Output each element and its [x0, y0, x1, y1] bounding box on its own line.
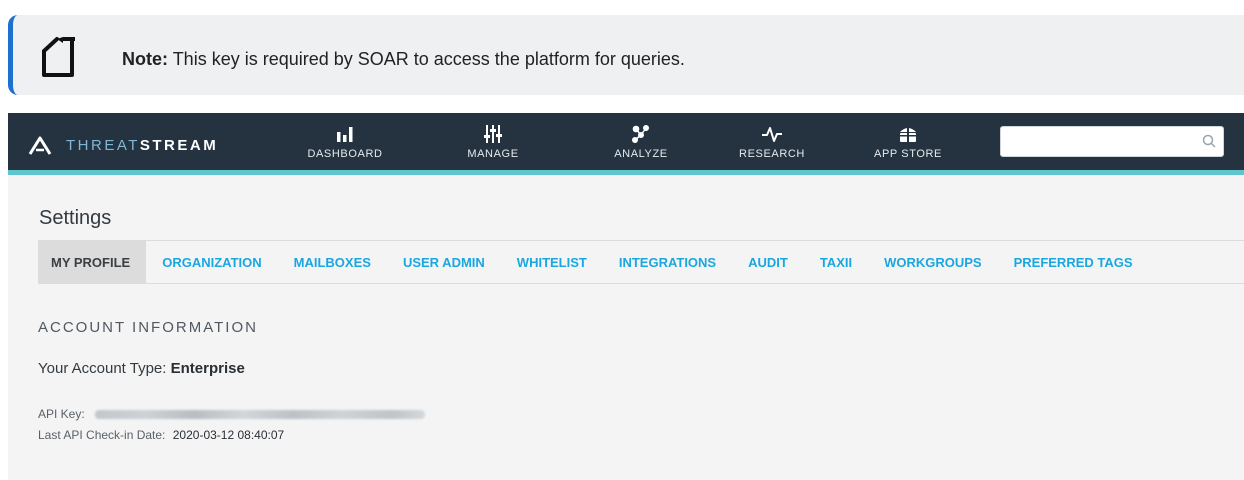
brand-name: THREATSTREAM: [66, 137, 218, 154]
nav-research-label: RESEARCH: [739, 148, 805, 160]
pulse-icon: [762, 127, 782, 142]
account-type-label: Your Account Type:: [38, 360, 167, 377]
api-key-label: API Key:: [38, 407, 85, 421]
brand[interactable]: THREATSTREAM: [28, 133, 218, 157]
tab-preferred-tags[interactable]: PREFERRED TAGS: [998, 241, 1149, 283]
note-body: This key is required by SOAR to access t…: [172, 49, 685, 69]
checkin-label: Last API Check-in Date:: [38, 428, 166, 442]
api-key-value-redacted: [94, 409, 425, 419]
note-text: Note: This key is required by SOAR to ac…: [122, 49, 685, 70]
sliders-icon: [484, 125, 502, 143]
tab-audit[interactable]: AUDIT: [732, 241, 804, 283]
tab-my-profile[interactable]: MY PROFILE: [38, 241, 147, 283]
brand-name-light: THREAT: [66, 136, 140, 154]
tab-workgroups[interactable]: WORKGROUPS: [868, 241, 998, 283]
section-title-account-information: ACCOUNT INFORMATION: [38, 319, 258, 336]
nav-manage-label: MANAGE: [467, 148, 519, 160]
search-input[interactable]: [1001, 127, 1191, 156]
nav-dashboard[interactable]: DASHBOARD: [306, 119, 384, 171]
bar-chart-icon: [337, 127, 353, 142]
threatstream-window: THREATSTREAM DASHBOARD MANAGE ANALYZE RE…: [8, 113, 1244, 480]
account-type-value: Enterprise: [170, 360, 245, 377]
search-box[interactable]: [1000, 126, 1224, 157]
brand-name-bold: STREAM: [139, 136, 219, 154]
nav-app-store[interactable]: APP STORE: [866, 119, 950, 171]
tab-organization[interactable]: ORGANIZATION: [146, 241, 277, 283]
checkin-row: Last API Check-in Date: 2020-03-12 08:40…: [38, 428, 284, 442]
checkin-value: 2020-03-12 08:40:07: [172, 428, 285, 442]
api-key-row: API Key:: [38, 407, 425, 421]
tab-user-admin[interactable]: USER ADMIN: [387, 241, 501, 283]
nav-dashboard-label: DASHBOARD: [307, 148, 383, 160]
note-label: Note:: [122, 49, 168, 69]
note-callout: Note: This key is required by SOAR to ac…: [8, 15, 1244, 95]
top-navbar: THREATSTREAM DASHBOARD MANAGE ANALYZE RE…: [8, 113, 1244, 175]
nav-analyze[interactable]: ANALYZE: [604, 119, 678, 171]
tab-mailboxes[interactable]: MAILBOXES: [278, 241, 387, 283]
tab-integrations[interactable]: INTEGRATIONS: [603, 241, 732, 283]
account-type: Your Account Type: Enterprise: [38, 360, 245, 377]
tab-taxii[interactable]: TAXII: [804, 241, 868, 283]
nav-analyze-label: ANALYZE: [614, 148, 668, 160]
nav-app-store-label: APP STORE: [874, 148, 942, 160]
molecule-icon: [632, 125, 649, 143]
nav-manage[interactable]: MANAGE: [458, 119, 528, 171]
gift-icon: [900, 126, 916, 142]
threatstream-logo-icon: [28, 136, 52, 155]
settings-tabs: MY PROFILE ORGANIZATION MAILBOXES USER A…: [38, 240, 1244, 284]
tab-whitelist[interactable]: WHITELIST: [501, 241, 603, 283]
page-title: Settings: [39, 207, 112, 229]
search-icon[interactable]: [1201, 133, 1217, 149]
nav-research[interactable]: RESEARCH: [732, 119, 812, 171]
note-icon: [42, 37, 75, 77]
